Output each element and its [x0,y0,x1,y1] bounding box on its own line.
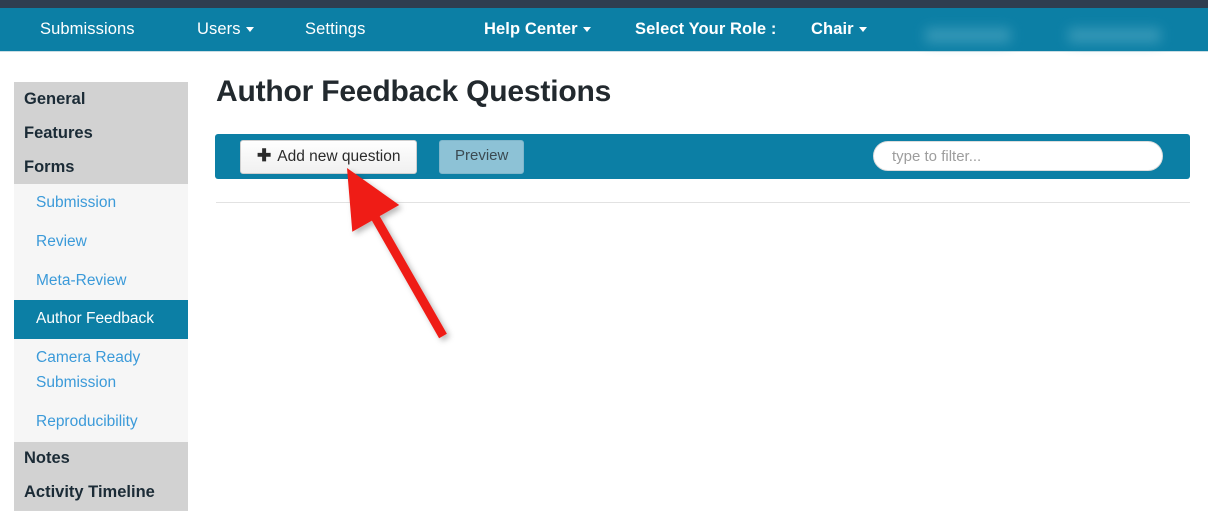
sidebar-label: Meta-Review [36,271,127,289]
nav-item-submissions-label: Submissions [40,20,135,38]
sidebar-label: Camera Ready Submission [36,349,141,391]
redacted-nav-item-1[interactable] [925,28,1011,43]
preview-button[interactable]: Preview [439,140,525,174]
nav-item-settings[interactable]: Settings [305,8,365,51]
red-arrow-annotation [347,168,447,339]
add-new-question-label: Add new question [277,148,401,165]
nav-item-submissions[interactable]: Submissions [40,8,135,51]
sidebar-item-author-feedback[interactable]: Author Feedback [14,300,188,340]
chevron-down-icon [245,27,254,33]
top-navbar: Submissions Users Settings Help Center S… [0,8,1208,52]
sidebar-item-reproducibility[interactable]: Reproducibility [14,403,188,442]
questions-toolbar: ✚ Add new question Preview [215,134,1190,179]
sidebar-header-features[interactable]: Features [14,116,188,150]
nav-item-help-center[interactable]: Help Center [484,8,591,51]
nav-item-users-label: Users [197,20,241,38]
sidebar-label: Activity Timeline [24,483,155,502]
sidebar-label: Reproducibility [36,412,138,430]
sidebar-header-notes[interactable]: Notes [14,441,188,476]
select-your-role-label: Select Your Role : [635,8,776,51]
page-title: Author Feedback Questions [216,75,612,108]
nav-item-help-center-label: Help Center [484,20,578,38]
sidebar-header-forms[interactable]: Forms [14,150,188,184]
role-dropdown[interactable]: Chair [811,8,867,51]
nav-item-settings-label: Settings [305,20,366,38]
sidebar-label: Author Feedback [36,310,155,328]
sidebar-label: Review [36,232,87,250]
top-accent-strip [0,0,1208,8]
nav-item-users[interactable]: Users [197,8,254,51]
content-divider [216,202,1190,203]
sidebar-header-general[interactable]: General [14,82,188,116]
sidebar-label: Submission [36,194,117,211]
sidebar-item-submission[interactable]: Submission [14,184,188,223]
add-new-question-button[interactable]: ✚ Add new question [240,140,418,174]
filter-input[interactable] [873,141,1163,171]
sidebar-label: Forms [24,157,75,176]
sidebar-label: Features [24,123,93,142]
sidebar-item-review[interactable]: Review [14,223,188,262]
sidebar-label: Notes [24,449,70,468]
sidebar-item-camera-ready-submission[interactable]: Camera Ready Submission [14,339,188,403]
chevron-down-icon [582,27,591,33]
preview-button-label: Preview [455,147,509,164]
select-your-role-text: Select Your Role : [635,20,777,38]
settings-sidebar: General Features Forms Submission Review Meta… [14,82,188,511]
chevron-down-icon [858,27,867,33]
role-dropdown-value: Chair [811,20,854,38]
sidebar-label: General [24,89,86,108]
redacted-nav-item-2[interactable] [1068,28,1161,43]
sidebar-item-meta-review[interactable]: Meta-Review [14,262,188,301]
plus-icon: ✚ [257,146,272,165]
sidebar-header-activity-timeline[interactable]: Activity Timeline [14,475,188,510]
